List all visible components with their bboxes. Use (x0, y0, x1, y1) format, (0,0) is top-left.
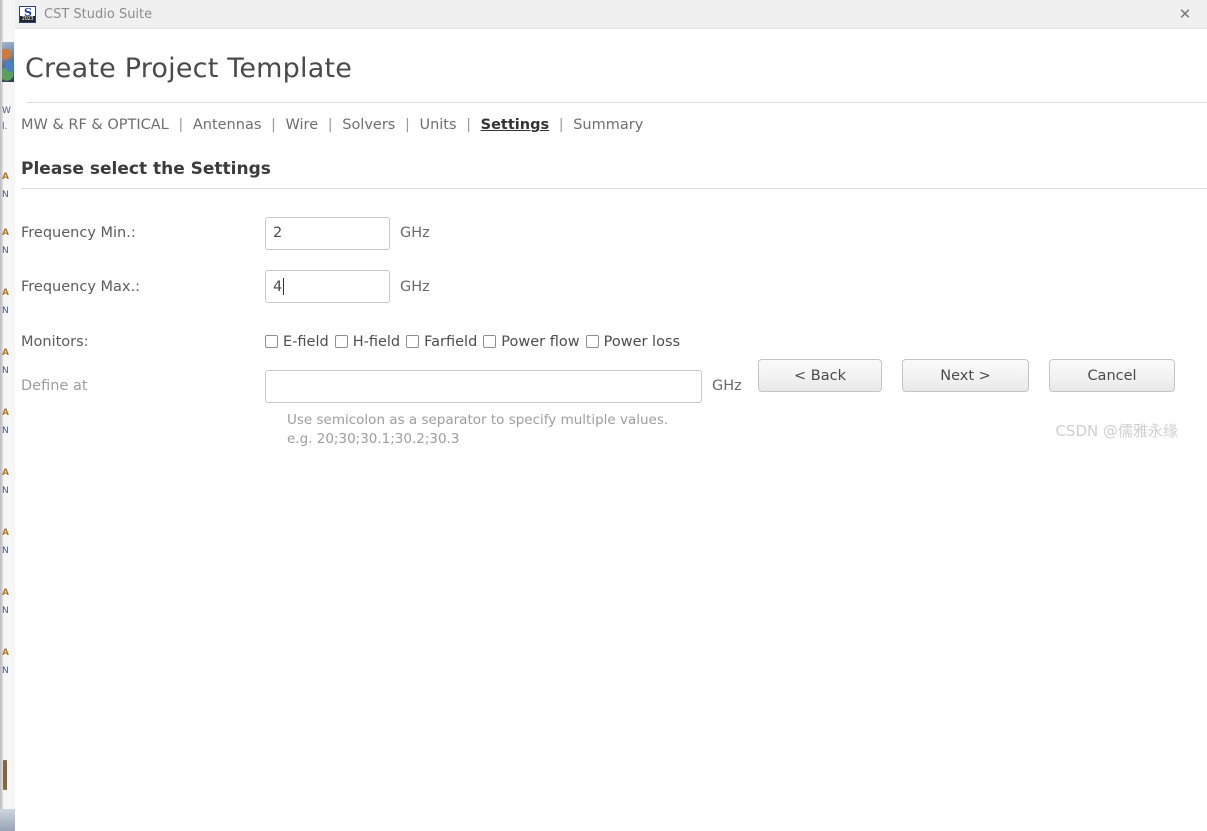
cst-studio-suite-icon: S 2023 (19, 5, 36, 23)
background-list-item: N (2, 666, 9, 676)
monitor-label-e-field: E-field (283, 333, 329, 350)
background-window-scrollbar[interactable] (3, 760, 7, 790)
monitors-label: Monitors: (21, 333, 89, 350)
background-list-item: l. (2, 122, 8, 132)
define-at-unit: GHz (712, 378, 742, 394)
background-window-strip[interactable]: W l. A N A N A N A N A N A N A N A N A N (0, 0, 15, 831)
breadcrumb: MW & RF & OPTICAL | Antennas | Wire | So… (15, 103, 1207, 133)
cst-version-badge: 2023 (20, 15, 35, 22)
checkbox-icon[interactable] (334, 335, 348, 348)
monitor-label-power-flow: Power flow (501, 333, 580, 350)
monitor-checkbox-h-field[interactable]: H-field (334, 333, 401, 350)
frequency-min-value: 2 (273, 225, 283, 241)
background-list-item: N (2, 486, 9, 496)
background-list-item: N (2, 306, 9, 316)
background-list-item: A (2, 588, 9, 598)
breadcrumb-separator: | (327, 117, 333, 133)
dialog-button-bar: < Back Next > Cancel (758, 359, 1175, 392)
next-button[interactable]: Next > (902, 359, 1029, 392)
background-list-item: A (2, 468, 9, 478)
breadcrumb-item-antennas[interactable]: Antennas (193, 117, 262, 133)
background-list-item: A (2, 648, 9, 658)
frequency-max-input[interactable]: 4 (265, 270, 390, 303)
settings-form: Frequency Min.: 2 GHz Frequency Max.: 4 … (15, 189, 1207, 449)
background-window-thumbnail (2, 42, 14, 82)
checkbox-icon[interactable] (406, 335, 420, 348)
app-screen: W l. A N A N A N A N A N A N A N A N A N… (0, 0, 1207, 831)
frequency-min-row: Frequency Min.: 2 GHz (15, 207, 1207, 259)
background-window-statusbar (0, 809, 15, 831)
define-at-label: Define at (21, 378, 88, 394)
breadcrumb-separator: | (558, 117, 564, 133)
page-title: Create Project Template (25, 53, 353, 84)
monitor-checkbox-power-loss[interactable]: Power loss (585, 333, 681, 350)
create-project-template-dialog: S 2023 CST Studio Suite ✕ Create Project… (15, 0, 1207, 831)
frequency-max-value: 4 (273, 278, 283, 295)
monitor-label-h-field: H-field (352, 333, 401, 350)
close-icon[interactable]: ✕ (1163, 0, 1207, 28)
breadcrumb-item-solvers[interactable]: Solvers (342, 117, 395, 133)
background-list-item: N (2, 366, 9, 376)
checkbox-icon[interactable] (265, 335, 278, 348)
monitor-checkbox-e-field[interactable]: E-field (265, 334, 329, 350)
frequency-min-unit: GHz (400, 225, 430, 241)
checkbox-icon[interactable] (483, 335, 497, 348)
background-list-item: N (2, 426, 9, 436)
background-list-item: A (2, 528, 9, 538)
breadcrumb-item-units[interactable]: Units (419, 117, 456, 133)
background-list-item: N (2, 546, 9, 556)
breadcrumb-separator: | (404, 117, 410, 133)
text-caret (283, 278, 285, 295)
define-at-hint: Use semicolon as a separator to specify … (15, 403, 1207, 449)
breadcrumb-separator: | (271, 117, 276, 133)
background-list-item: N (2, 606, 9, 616)
breadcrumb-separator: | (466, 117, 472, 133)
breadcrumb-item-mw-rf-optical[interactable]: MW & RF & OPTICAL (21, 117, 169, 133)
background-list-item: A (2, 228, 9, 238)
breadcrumb-item-summary[interactable]: Summary (573, 117, 643, 133)
window-title: CST Studio Suite (44, 6, 153, 22)
background-list-item: N (2, 190, 9, 200)
background-list-item: N (2, 246, 9, 256)
monitor-label-power-loss: Power loss (603, 333, 681, 350)
monitor-label-farfield: Farfield (424, 333, 478, 350)
background-list-item: A (2, 288, 9, 298)
cancel-button[interactable]: Cancel (1049, 359, 1175, 392)
back-button[interactable]: < Back (758, 359, 882, 392)
background-list-item: A (2, 408, 9, 418)
breadcrumb-item-settings[interactable]: Settings (481, 117, 549, 133)
frequency-max-row: Frequency Max.: 4 GHz (15, 259, 1207, 314)
checkbox-icon[interactable] (585, 335, 599, 348)
monitor-checkbox-power-flow[interactable]: Power flow (483, 333, 580, 350)
background-list-item: A (2, 348, 9, 358)
frequency-max-label: Frequency Max.: (21, 278, 140, 295)
background-list-item: A (2, 172, 9, 182)
watermark: CSDN @儒雅永缘 (1055, 422, 1178, 440)
monitor-checkbox-farfield[interactable]: Farfield (406, 334, 477, 350)
frequency-min-input[interactable]: 2 (265, 216, 390, 250)
title-bar: S 2023 CST Studio Suite ✕ (15, 0, 1207, 29)
monitors-checkbox-group: E-field H-field Farfield Power flow Powe… (265, 334, 686, 350)
define-at-input[interactable] (265, 369, 702, 403)
frequency-min-label: Frequency Min.: (21, 225, 136, 241)
section-heading: Please select the Settings (21, 159, 271, 179)
breadcrumb-separator: | (178, 117, 184, 133)
frequency-max-unit: GHz (400, 278, 430, 295)
background-list-item: W (2, 106, 11, 116)
dialog-content: Create Project Template MW & RF & OPTICA… (15, 29, 1207, 449)
breadcrumb-item-wire[interactable]: Wire (286, 117, 319, 133)
